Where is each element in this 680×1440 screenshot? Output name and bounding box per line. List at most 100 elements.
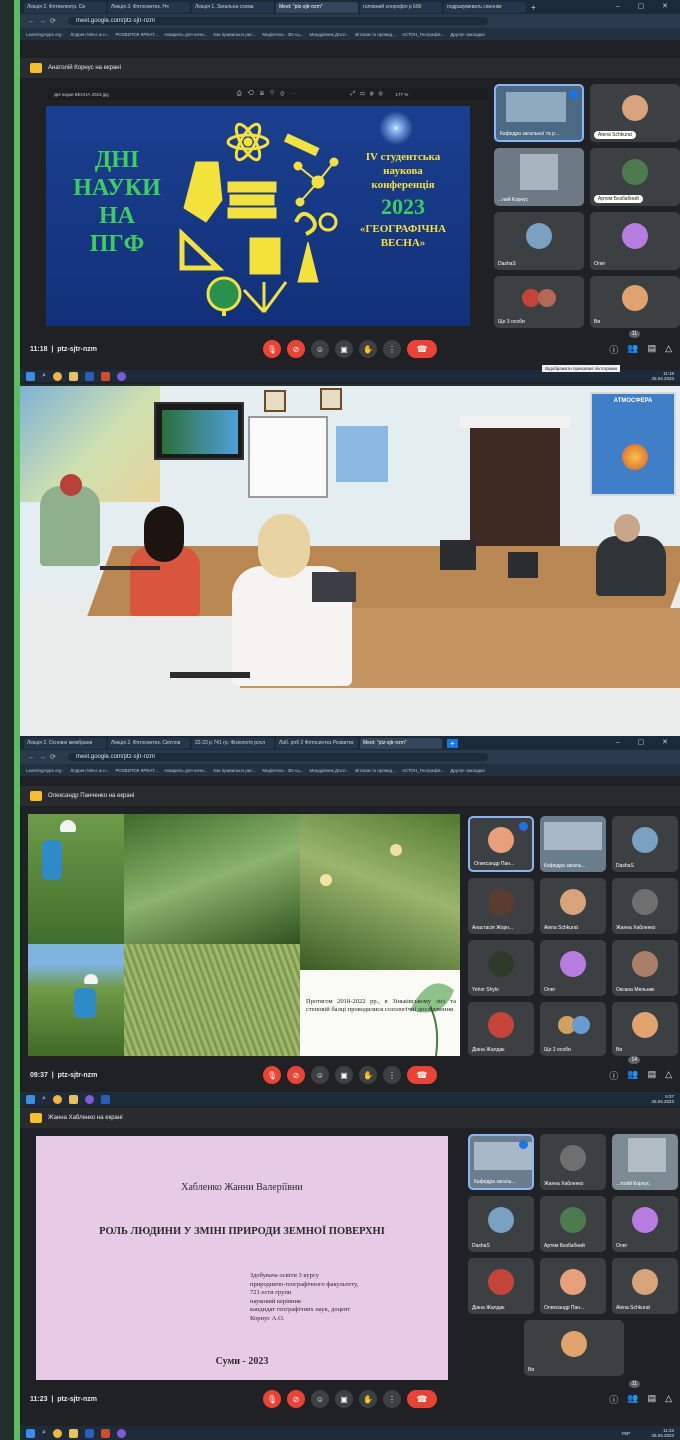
emoji-button[interactable]: ☺ <box>311 1066 329 1084</box>
browser-tab[interactable]: головний хлорофіл р 690 <box>360 1 442 13</box>
powerpoint-icon[interactable] <box>100 371 110 381</box>
present-button[interactable]: ▣ <box>335 1066 353 1084</box>
more-options-button[interactable]: ⋮ <box>383 1066 401 1084</box>
bookmark[interactable]: Медіатека - 3D-сц... <box>262 768 303 773</box>
info-icon[interactable]: ⓘ <box>609 1393 618 1406</box>
participant-tile[interactable]: Олександр Пан... <box>468 816 534 872</box>
participant-tile[interactable]: Кафедра загальної та р... <box>494 84 584 142</box>
browser-tab[interactable]: Лекція 2. Основні мембрани <box>24 737 106 749</box>
bookmark[interactable]: Акварель для начи... <box>164 32 207 37</box>
participant-tile[interactable]: ...толій Корнус <box>612 1134 678 1190</box>
bookmark[interactable]: Другие закладки <box>450 32 484 37</box>
mic-off-button[interactable]: 🎙 <box>263 1390 281 1408</box>
participant-tile[interactable]: Yehor Shylo <box>468 940 534 996</box>
activities-icon[interactable]: △ <box>665 1393 672 1406</box>
windows-start-icon[interactable] <box>26 1428 35 1438</box>
search-icon[interactable]: ⌕ <box>42 372 46 380</box>
language-indicator[interactable]: УКР <box>622 1431 630 1436</box>
participant-tile[interactable]: DashaS <box>468 1196 534 1252</box>
raise-hand-button[interactable]: ✋ <box>359 1066 377 1084</box>
emoji-button[interactable]: ☺ <box>311 1390 329 1408</box>
window-controls-icon[interactable]: – ▢ ✕ <box>616 2 676 10</box>
bookmark[interactable]: LearningApps.org - <box>26 768 64 773</box>
participant-tile[interactable]: Діана Жалдак <box>468 1002 534 1056</box>
participant-tile[interactable]: ...ний Корнус <box>494 148 584 206</box>
bookmark[interactable]: РОЗВИТОК КРЕАТ... <box>116 32 159 37</box>
emoji-button[interactable]: ☺ <box>311 340 329 358</box>
participant-tile[interactable]: Alena Schkurat <box>590 84 680 142</box>
browser-tab[interactable]: Лекція 3. Фотосинтез. Нч <box>108 1 190 13</box>
browser-tab[interactable]: Лекція 2. Фотосинтез. Світлов <box>108 737 190 749</box>
bookmark[interactable]: Лоррен Месс ж н... <box>70 768 109 773</box>
windows-start-icon[interactable] <box>26 1094 35 1104</box>
browser-tab[interactable]: Лаб. роб 2 Фотосинтез Розвиток <box>276 737 358 749</box>
camera-off-button[interactable]: ⊘ <box>287 1066 305 1084</box>
bookmark[interactable]: Как правильно рис... <box>213 768 256 773</box>
participant-tile[interactable]: Жанна Хабленко <box>540 1134 606 1190</box>
bookmark[interactable]: Мандрівник Досл... <box>310 32 350 37</box>
participant-tile[interactable]: Alena Schkurat <box>540 878 606 934</box>
folder-icon[interactable] <box>68 1094 78 1104</box>
participant-tile[interactable]: Анастасія Жорн... <box>468 878 534 934</box>
participant-tile[interactable]: Артем Безбабний <box>590 148 680 206</box>
self-tile[interactable]: Ви <box>590 276 680 328</box>
viber-icon[interactable] <box>116 1428 126 1438</box>
powerpoint-icon[interactable] <box>100 1428 110 1438</box>
participant-tile[interactable]: Артем Безбабний <box>540 1196 606 1252</box>
chat-icon[interactable]: ▤ <box>648 343 657 356</box>
window-controls-icon[interactable]: – ▢ ✕ <box>616 738 676 746</box>
participant-tile[interactable]: Олег <box>590 212 680 270</box>
browser-tab[interactable]: Лекція 1. Загальна схема <box>192 1 274 13</box>
chat-icon[interactable]: ▤ <box>648 1393 657 1406</box>
word-icon[interactable] <box>84 371 94 381</box>
participant-tile[interactable]: Олег <box>612 1196 678 1252</box>
participant-tile[interactable]: DashaS <box>612 816 678 872</box>
url-field[interactable]: meet.google.com/ptz-sjtr-nzm <box>67 753 488 761</box>
nav-arrows-icon[interactable]: ←→⟳ <box>28 17 60 25</box>
participant-tile[interactable]: Ще 3 особи <box>494 276 584 328</box>
browser-tab-active[interactable]: Meet: "ptz-sjtr-nzm" <box>360 737 442 749</box>
search-icon[interactable]: ⌕ <box>42 1429 46 1437</box>
browser-tab[interactable]: подразумевать синонім <box>444 1 526 13</box>
windows-start-icon[interactable] <box>26 371 35 381</box>
bookmark[interactable]: Медіатека - 3D-сц... <box>262 32 303 37</box>
self-tile[interactable]: Ви <box>612 1002 678 1056</box>
bookmark[interactable]: АСТОН_Географів... <box>402 768 444 773</box>
activities-icon[interactable]: △ <box>665 343 672 356</box>
bookmark[interactable]: Вітаємо із провед... <box>355 768 396 773</box>
bookmark[interactable]: Мандрівник Досл... <box>310 768 350 773</box>
participant-tile[interactable]: Кафедра загаль... <box>468 1134 534 1190</box>
hangup-button[interactable]: ☎ <box>407 1066 437 1084</box>
hangup-button[interactable]: ☎ <box>407 1390 437 1408</box>
present-button[interactable]: ▣ <box>335 1390 353 1408</box>
activities-icon[interactable]: △ <box>665 1069 672 1082</box>
participant-tile[interactable]: Діана Жалдак <box>468 1258 534 1314</box>
people-icon[interactable]: 👥 <box>627 1069 638 1082</box>
participant-tile[interactable]: Alena Schkurat <box>612 1258 678 1314</box>
participant-tile[interactable]: Кафедра загаль... <box>540 816 606 872</box>
nav-arrows-icon[interactable]: ←→⟳ <box>28 753 60 761</box>
new-tab-icon[interactable]: + <box>447 738 458 748</box>
new-tab-icon[interactable]: + <box>528 3 536 12</box>
camera-off-button[interactable]: ⊘ <box>287 340 305 358</box>
hangup-button[interactable]: ☎ <box>407 340 437 358</box>
viber-icon[interactable] <box>116 371 126 381</box>
self-tile[interactable]: Ви <box>524 1320 624 1376</box>
mic-off-button[interactable]: 🎙 <box>263 340 281 358</box>
participant-tile[interactable]: DashaS <box>494 212 584 270</box>
browser-tab[interactable]: Лекція 2. Фотоелектр. Св <box>24 1 106 13</box>
url-field[interactable]: meet.google.com/ptz-sjtr-nzm <box>67 17 488 25</box>
folder-icon[interactable] <box>68 1428 78 1438</box>
search-icon[interactable]: ⌕ <box>42 1095 46 1103</box>
bookmark[interactable]: LearningApps.org - <box>26 32 64 37</box>
bookmark[interactable]: Вітаємо із провед... <box>355 32 396 37</box>
more-options-button[interactable]: ⋮ <box>383 340 401 358</box>
bookmark[interactable]: Акварель для начи... <box>164 768 207 773</box>
bookmark[interactable]: Другие закладки <box>450 768 484 773</box>
bookmark[interactable]: РОЗВИТОК КРЕАТ... <box>116 768 159 773</box>
participant-tile[interactable]: Жанна Хабленко <box>612 878 678 934</box>
viber-icon[interactable] <box>84 1094 94 1104</box>
chrome-icon[interactable] <box>52 1094 62 1104</box>
browser-tab-active[interactable]: Meet: "ptz-sjtr-nzm" <box>276 1 358 13</box>
more-options-button[interactable]: ⋮ <box>383 1390 401 1408</box>
